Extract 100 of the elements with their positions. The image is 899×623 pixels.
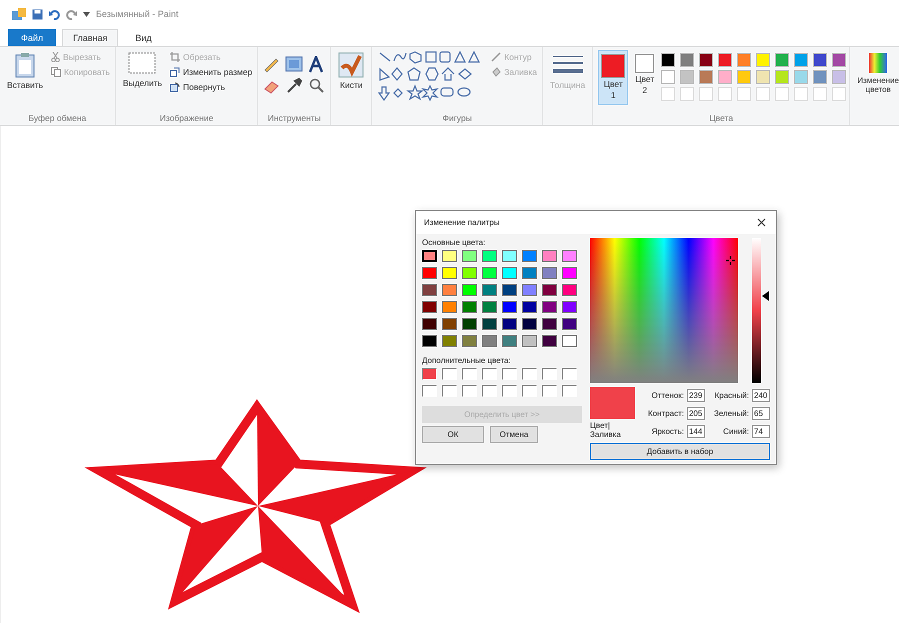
custom-color-swatch[interactable] [462, 385, 477, 397]
color-swatch[interactable] [422, 250, 437, 262]
empty-color-slot[interactable] [756, 87, 770, 101]
color-swatch[interactable] [542, 267, 557, 279]
file-menu-button[interactable]: Файл [8, 29, 56, 46]
paste-button[interactable]: Вставить [5, 50, 46, 92]
color-swatch[interactable] [482, 335, 497, 347]
color-swatch[interactable] [422, 318, 437, 330]
select-button[interactable]: Выделить [120, 50, 164, 90]
custom-color-swatch[interactable] [522, 385, 537, 397]
undo-icon[interactable] [49, 8, 60, 20]
dropdown-icon[interactable] [83, 12, 90, 16]
input-field[interactable]: 205 [686, 406, 705, 420]
palette-color[interactable] [661, 53, 676, 67]
fill-bucket-icon[interactable] [285, 56, 304, 73]
rainbow-palette-icon[interactable] [868, 52, 888, 74]
color-swatch[interactable] [522, 301, 537, 313]
color-swatch[interactable] [562, 267, 577, 279]
empty-color-slot[interactable] [775, 87, 790, 101]
color-swatch[interactable] [562, 301, 577, 313]
color-swatch[interactable] [462, 318, 477, 330]
color-swatch[interactable] [482, 318, 497, 330]
palette-color[interactable] [813, 70, 828, 84]
custom-color-swatch[interactable] [562, 368, 577, 380]
custom-color-swatch[interactable] [542, 385, 557, 397]
magnifier-icon[interactable] [307, 77, 326, 94]
color-swatch[interactable] [502, 250, 517, 262]
input-field[interactable]: 144 [686, 424, 705, 438]
color-slot-button[interactable]: Цвет 1 [598, 50, 628, 105]
input-field[interactable]: 240 [752, 388, 770, 402]
color-swatch[interactable] [442, 267, 457, 279]
custom-color-swatch[interactable] [482, 368, 497, 380]
empty-color-slot[interactable] [813, 87, 828, 101]
empty-color-slot[interactable] [680, 87, 694, 101]
palette-color[interactable] [718, 53, 732, 67]
color-swatch[interactable] [442, 301, 457, 313]
color-swatch[interactable] [422, 267, 437, 279]
custom-color-swatch[interactable] [482, 385, 497, 397]
palette-color[interactable] [775, 70, 790, 84]
color-swatch[interactable] [462, 284, 477, 296]
color-swatch[interactable] [442, 284, 457, 296]
palette-color[interactable] [775, 53, 790, 67]
input-field[interactable]: 65 [752, 406, 770, 420]
custom-color-swatch[interactable] [562, 385, 577, 397]
resize-button[interactable]: Изменить размер [170, 67, 252, 77]
color-swatch[interactable] [422, 284, 437, 296]
ok-button[interactable]: ОК [422, 426, 484, 443]
redo-icon[interactable] [66, 8, 77, 20]
palette-color[interactable] [737, 70, 752, 84]
color-swatch[interactable] [502, 301, 517, 313]
color-swatch[interactable] [522, 284, 537, 296]
edit-colors-button[interactable]: Изменение цветов [851, 50, 899, 96]
color-swatch[interactable] [502, 318, 517, 330]
palette-color[interactable] [680, 70, 694, 84]
custom-color-swatch[interactable] [462, 368, 477, 380]
color-swatch[interactable] [462, 250, 477, 262]
ribbon-tab[interactable]: Вид [124, 29, 163, 46]
palette-color[interactable] [756, 53, 770, 67]
palette-color[interactable] [794, 70, 808, 84]
color-swatch[interactable] [522, 267, 537, 279]
color-swatch[interactable] [502, 335, 517, 347]
custom-color-swatch[interactable] [442, 368, 457, 380]
palette-color[interactable] [737, 53, 752, 67]
rotate-button[interactable]: Повернуть [170, 82, 252, 92]
color-picker-icon[interactable] [285, 77, 304, 94]
color-swatch[interactable] [562, 284, 577, 296]
color-swatch[interactable] [542, 284, 557, 296]
empty-color-slot[interactable] [794, 87, 808, 101]
color-swatch[interactable] [462, 301, 477, 313]
palette-color[interactable] [832, 70, 846, 84]
input-field[interactable]: 74 [752, 424, 770, 438]
ribbon-tab[interactable]: Главная [62, 29, 118, 46]
save-icon[interactable] [32, 8, 43, 20]
empty-color-slot[interactable] [699, 87, 714, 101]
palette-color[interactable] [699, 70, 714, 84]
color-swatch[interactable] [562, 318, 577, 330]
custom-color-swatch[interactable] [422, 385, 437, 397]
input-field[interactable]: 239 [686, 388, 705, 402]
color-swatch[interactable] [562, 250, 577, 262]
color-swatch[interactable] [442, 335, 457, 347]
color-swatch[interactable] [542, 318, 557, 330]
empty-color-slot[interactable] [661, 87, 676, 101]
custom-color-swatch[interactable] [442, 385, 457, 397]
color-swatch[interactable] [542, 250, 557, 262]
color-swatch[interactable] [522, 335, 537, 347]
color-swatch[interactable] [422, 301, 437, 313]
custom-color-swatch[interactable] [502, 385, 517, 397]
brushes-button[interactable]: Кисти [336, 50, 366, 92]
color-swatch[interactable] [542, 301, 557, 313]
color-swatch[interactable] [482, 250, 497, 262]
empty-color-slot[interactable] [718, 87, 732, 101]
color-slot-button[interactable]: Цвет 2 [632, 50, 658, 100]
color-swatch[interactable] [442, 318, 457, 330]
text-icon[interactable] [307, 56, 326, 73]
custom-color-swatch[interactable] [422, 368, 437, 380]
palette-color[interactable] [718, 70, 732, 84]
palette-color[interactable] [680, 53, 694, 67]
palette-color[interactable] [794, 53, 808, 67]
custom-color-swatch[interactable] [522, 368, 537, 380]
cancel-button[interactable]: Отмена [490, 426, 538, 443]
